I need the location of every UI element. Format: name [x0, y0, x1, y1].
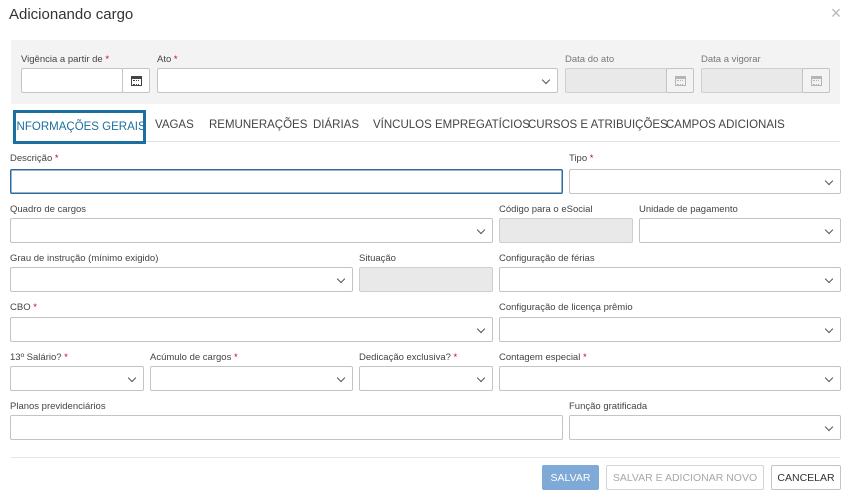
ato-label: Ato *: [157, 54, 178, 65]
dialog-title: Adicionando cargo: [9, 6, 134, 23]
tab-diarias[interactable]: DIÁRIAS: [313, 119, 359, 131]
config-licenca-select[interactable]: [499, 317, 841, 342]
grau-instrucao-select[interactable]: [10, 267, 353, 292]
tipo-label: Tipo *: [569, 153, 594, 164]
chevron-down-icon: [824, 324, 834, 334]
vigencia-calendar-button[interactable]: [122, 68, 150, 93]
acumulo-select[interactable]: [150, 366, 353, 391]
acumulo-label: Acúmulo de cargos *: [150, 352, 238, 363]
close-icon[interactable]: ×: [828, 4, 844, 22]
data-vigorar-label: Data a vigorar: [701, 54, 761, 65]
quadro-select[interactable]: [10, 218, 493, 243]
tab-vagas[interactable]: VAGAS: [155, 119, 194, 131]
data-vigorar-input: [701, 68, 803, 93]
chevron-down-icon: [336, 274, 346, 284]
cbo-label: CBO *: [10, 302, 37, 313]
chevron-down-icon: [541, 75, 551, 85]
tab-informacoes-gerais[interactable]: INFORMAÇÕES GERAIS: [13, 110, 146, 144]
data-vigorar-calendar-button: [802, 68, 830, 93]
save-button[interactable]: SALVAR: [542, 465, 599, 490]
save-and-add-new-button[interactable]: SALVAR E ADICIONAR NOVO: [606, 465, 764, 490]
situacao-label: Situação: [359, 253, 396, 264]
data-ato-calendar-button: [666, 68, 694, 93]
planos-label: Planos previdenciários: [10, 401, 106, 412]
config-ferias-select[interactable]: [499, 267, 841, 292]
chevron-down-icon: [476, 373, 486, 383]
descricao-input[interactable]: [10, 169, 563, 194]
funcao-gratificada-select[interactable]: [569, 415, 841, 440]
chevron-down-icon: [824, 422, 834, 432]
tab-remuneracoes[interactable]: REMUNERAÇÕES: [209, 119, 307, 131]
codigo-esocial-label: Código para o eSocial: [499, 204, 593, 215]
situacao-input: [359, 267, 493, 292]
codigo-esocial-input: [499, 218, 633, 243]
data-ato-label: Data do ato: [565, 54, 615, 65]
decimo-terceiro-label: 13º Salário? *: [10, 352, 68, 363]
dedicacao-select[interactable]: [359, 366, 493, 391]
ato-select[interactable]: [157, 68, 558, 93]
quadro-label: Quadro de cargos: [10, 204, 87, 215]
descricao-label: Descrição *: [10, 153, 59, 164]
unidade-pagamento-select[interactable]: [639, 218, 841, 243]
contagem-select[interactable]: [499, 366, 841, 391]
calendar-icon: [674, 75, 686, 86]
contagem-label: Contagem especial *: [499, 352, 587, 363]
config-licenca-label: Configuração de licença prêmio: [499, 302, 633, 313]
decimo-terceiro-select[interactable]: [10, 366, 144, 391]
chevron-down-icon: [127, 373, 137, 383]
tab-cursos-atribuicoes[interactable]: CURSOS E ATRIBUIÇÕES: [528, 119, 668, 131]
footer-divider: [11, 457, 840, 458]
vigencia-input[interactable]: [21, 68, 123, 93]
tipo-select[interactable]: [569, 169, 841, 194]
planos-input[interactable]: [10, 415, 563, 440]
funcao-gratificada-label: Função gratificada: [569, 401, 648, 412]
chevron-down-icon: [824, 176, 834, 186]
cbo-select[interactable]: [10, 317, 493, 342]
vigencia-label: Vigência a partir de *: [21, 54, 110, 65]
chevron-down-icon: [476, 324, 486, 334]
tab-vinculos-empregaticios[interactable]: VÍNCULOS EMPREGATÍCIOS: [373, 119, 530, 131]
unidade-pagamento-label: Unidade de pagamento: [639, 204, 738, 215]
chevron-down-icon: [824, 373, 834, 383]
grau-instrucao-label: Grau de instrução (mínimo exigido): [10, 253, 159, 264]
cancel-button[interactable]: CANCELAR: [771, 465, 841, 490]
chevron-down-icon: [824, 225, 834, 235]
chevron-down-icon: [476, 225, 486, 235]
tab-campos-adicionais[interactable]: CAMPOS ADICIONAIS: [666, 119, 785, 131]
dedicacao-label: Dedicação exclusiva? *: [359, 352, 458, 363]
config-ferias-label: Configuração de férias: [499, 253, 595, 264]
data-ato-input: [565, 68, 667, 93]
calendar-icon: [130, 75, 142, 86]
chevron-down-icon: [336, 373, 346, 383]
calendar-icon: [810, 75, 822, 86]
chevron-down-icon: [824, 274, 834, 284]
